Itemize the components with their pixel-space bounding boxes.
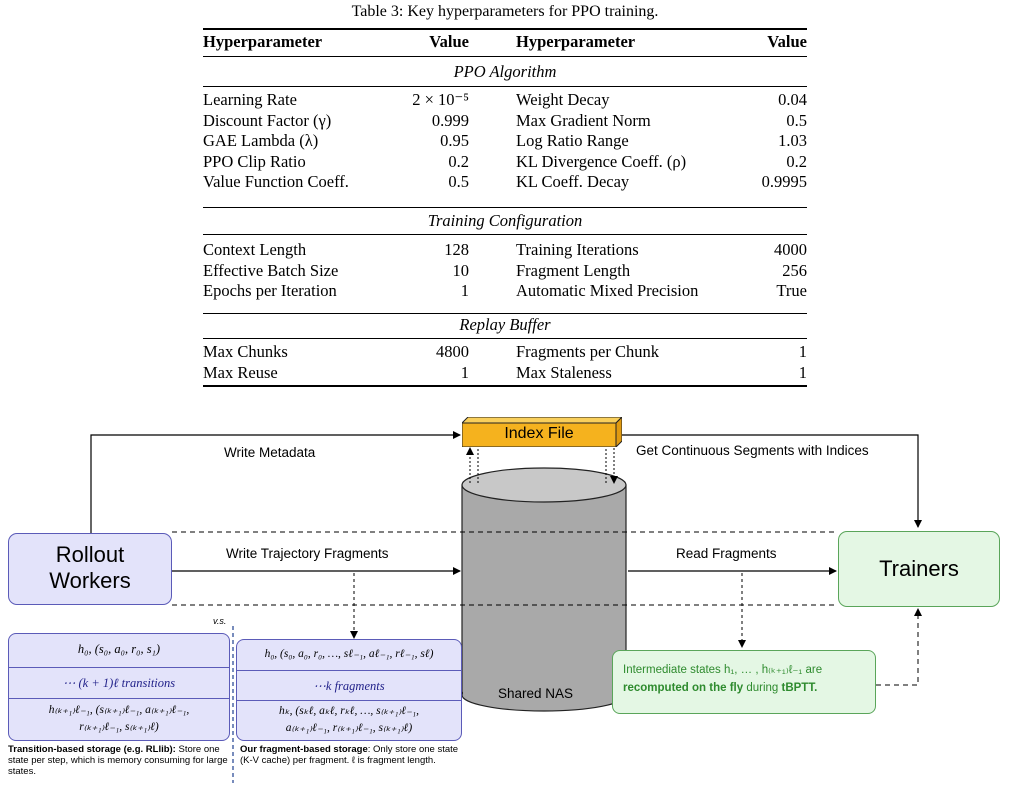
- fragment-note: Our fragment-based storage: Only store o…: [240, 744, 466, 766]
- section-rule: [203, 313, 807, 314]
- write-metadata-label: Write Metadata: [224, 445, 316, 460]
- fragment-row-last-b: a₍ₖ₊₁₎ℓ₋₁, r₍ₖ₊₁₎ℓ₋₁, s₍ₖ₊₁₎ℓ): [285, 722, 413, 734]
- shared-nas-label: Shared NAS: [498, 686, 574, 701]
- shared-nas-cylinder: [461, 467, 627, 712]
- param-value: True: [776, 281, 807, 300]
- param-value: 10: [452, 260, 470, 280]
- param-name: Fragments per Chunk: [516, 342, 659, 361]
- transition-storage-box: h₀, (s₀, a₀, r₀, s₁) ⋯ (k + 1)ℓ transiti…: [8, 633, 230, 741]
- transition-divider: [9, 698, 229, 699]
- fragment-row-first: h₀, (s₀, a₀, r₀, …, sℓ₋₁, aℓ₋₁, rℓ₋₁, sℓ…: [264, 648, 434, 660]
- recompute-emphasis: recomputed on the fly: [623, 682, 744, 694]
- rollout-label-line2: Workers: [49, 568, 131, 593]
- fragment-row-middle: ⋯k fragments: [313, 679, 385, 693]
- table-bottom-rule: [203, 385, 807, 387]
- param-value: 0.95: [440, 131, 469, 150]
- recompute-during: during: [743, 682, 782, 694]
- param-value: 256: [782, 260, 807, 280]
- param-name: Max Staleness: [516, 362, 612, 382]
- param-name: Max Chunks: [203, 342, 288, 361]
- param-name: Fragment Length: [516, 260, 631, 280]
- index-file-label: Index File: [504, 425, 574, 442]
- read-fragments-label: Read Fragments: [676, 546, 777, 561]
- param-name: KL Coeff. Decay: [516, 172, 630, 191]
- param-name: Automatic Mixed Precision: [516, 281, 699, 300]
- table-caption: Table 3: Key hyperparameters for PPO tra…: [351, 3, 659, 20]
- param-value: 0.9995: [761, 172, 807, 191]
- param-value: 1: [798, 342, 807, 361]
- rollout-label-line1: Rollout: [55, 542, 125, 567]
- param-name: Max Gradient Norm: [516, 110, 651, 130]
- param-name: Log Ratio Range: [516, 131, 629, 150]
- vs-label: v.s.: [213, 616, 227, 626]
- param-value: 128: [444, 240, 469, 259]
- param-name: Epochs per Iteration: [203, 281, 337, 300]
- transition-note-bold: Transition-based storage (e.g. RLlib):: [8, 744, 176, 755]
- index-file-box: Index File: [462, 417, 622, 447]
- param-value: 0.5: [448, 172, 469, 191]
- transition-row-last-a: h₍ₖ₊₁₎ℓ₋₁, (s₍ₖ₊₁₎ℓ₋₁, a₍ₖ₊₁₎ℓ₋₁,: [48, 704, 190, 716]
- header-hyperparameter-2: Hyperparameter: [516, 32, 636, 51]
- trainers-box: Trainers: [838, 531, 1000, 607]
- param-name: PPO Clip Ratio: [203, 151, 306, 171]
- fragment-storage-box: h₀, (s₀, a₀, r₀, …, sℓ₋₁, aℓ₋₁, rℓ₋₁, sℓ…: [236, 639, 462, 741]
- get-segments-label: Get Continuous Segments with Indices: [636, 443, 869, 458]
- param-value: 0.04: [778, 90, 807, 109]
- param-name: Training Iterations: [516, 240, 639, 259]
- header-value-2: Value: [767, 32, 807, 51]
- param-name: Discount Factor (γ): [203, 110, 332, 130]
- transition-row-first: h₀, (s₀, a₀, r₀, s₁): [77, 642, 161, 656]
- trainers-label: Trainers: [879, 556, 959, 581]
- param-value: 4000: [774, 240, 807, 259]
- fragment-divider: [237, 700, 461, 701]
- param-value: 1: [460, 362, 469, 382]
- param-name: Effective Batch Size: [203, 260, 339, 280]
- write-fragments-label: Write Trajectory Fragments: [226, 546, 389, 561]
- param-value: 0.5: [786, 110, 807, 130]
- transition-row-middle: ⋯ (k + 1)ℓ transitions: [62, 676, 176, 690]
- rollout-workers-box: Rollout Workers: [8, 533, 172, 605]
- param-value: 1: [460, 281, 469, 300]
- note-to-trainers-arrow: [876, 608, 922, 686]
- section-title-ppo-algorithm: PPO Algorithm: [453, 62, 557, 81]
- fragment-note-bold: Our fragment-based storage: [240, 744, 368, 755]
- transition-row-last-b: r₍ₖ₊₁₎ℓ₋₁, s₍ₖ₊₁₎ℓ): [79, 721, 159, 733]
- param-name: Weight Decay: [516, 90, 610, 109]
- recompute-note-line2: recomputed on the fly during tBPTT.: [623, 682, 817, 694]
- section-title-training-configuration: Training Configuration: [427, 211, 583, 230]
- section-rule: [203, 86, 807, 87]
- param-value: 0.2: [448, 151, 469, 171]
- param-name: Learning Rate: [203, 90, 297, 109]
- section-rule: [203, 207, 807, 208]
- tbptt-emphasis: tBPTT.: [781, 682, 818, 694]
- section-rule: [203, 234, 807, 235]
- section-rule: [203, 338, 807, 339]
- param-name: Value Function Coeff.: [203, 172, 349, 191]
- recompute-note-box: Intermediate states h₁, … , h₍ₖ₊₁₎ℓ₋₁ ar…: [612, 650, 876, 714]
- recompute-note-line1: Intermediate states h₁, … , h₍ₖ₊₁₎ℓ₋₁ ar…: [623, 664, 823, 676]
- param-name: KL Divergence Coeff. (ρ): [516, 151, 687, 171]
- section-title-replay-buffer: Replay Buffer: [459, 315, 551, 334]
- param-value: 4800: [436, 342, 469, 361]
- header-value-1: Value: [429, 32, 469, 51]
- param-name: GAE Lambda (λ): [203, 131, 319, 150]
- param-value: 1: [798, 362, 807, 382]
- transition-note: Transition-based storage (e.g. RLlib): S…: [8, 744, 232, 777]
- table-top-rule: [203, 28, 807, 30]
- param-value: 1.03: [778, 131, 807, 150]
- table-header-rule: [203, 56, 807, 57]
- fragment-row-last-a: hₖ, (sₖℓ, aₖℓ, rₖℓ, …, s₍ₖ₊₁₎ℓ₋₁,: [278, 705, 420, 717]
- param-name: Context Length: [203, 240, 307, 259]
- architecture-figure: Index File Write Metadata Get Continuous…: [0, 405, 1010, 787]
- fragment-divider: [237, 670, 461, 671]
- param-value: 2 × 10⁻⁵: [412, 90, 469, 109]
- param-name: Max Reuse: [203, 362, 278, 382]
- header-hyperparameter-1: Hyperparameter: [203, 32, 323, 51]
- param-value: 0.999: [431, 110, 469, 130]
- param-value: 0.2: [786, 151, 807, 171]
- transition-divider: [9, 667, 229, 668]
